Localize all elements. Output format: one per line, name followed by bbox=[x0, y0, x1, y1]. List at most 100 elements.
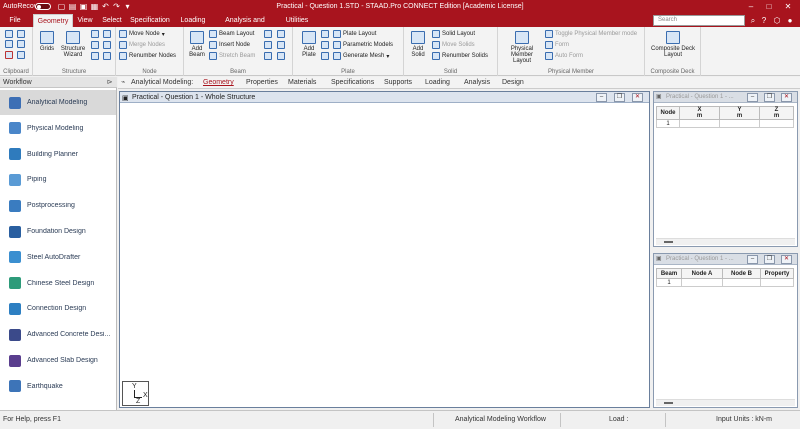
node-id-cell[interactable]: 1 bbox=[656, 119, 680, 128]
beam-layout-button[interactable]: Beam Layout bbox=[209, 30, 254, 38]
redo-icon[interactable] bbox=[17, 30, 25, 38]
plate-tool-icon[interactable] bbox=[321, 30, 329, 38]
beam-tool-6-icon[interactable] bbox=[277, 52, 285, 60]
tab-analysis-and-design[interactable]: Analysis and Design bbox=[215, 14, 275, 37]
help-icon[interactable]: ? bbox=[758, 15, 770, 26]
node-a-cell[interactable] bbox=[681, 278, 723, 287]
insert-node-button[interactable]: Insert Node bbox=[209, 41, 250, 49]
tab-loading[interactable]: Loading bbox=[178, 14, 208, 27]
table-row[interactable]: 1 bbox=[656, 278, 794, 287]
workflow-item-postprocessing[interactable]: Postprocessing bbox=[0, 193, 116, 218]
snap-node-icon[interactable] bbox=[91, 30, 99, 38]
tab-utilities[interactable]: Utilities bbox=[282, 14, 312, 27]
add-plate-button[interactable]: Add Plate bbox=[298, 31, 320, 58]
move-solids-button[interactable]: Move Solids bbox=[432, 41, 475, 49]
node-table-window[interactable]: ▣ Practical - Question 1 - ... – ❐ ✕ Nod… bbox=[653, 91, 798, 247]
page-tab-geometry[interactable]: Geometry bbox=[203, 78, 234, 88]
node-b-cell[interactable] bbox=[722, 278, 761, 287]
page-tab-specifications[interactable]: Specifications bbox=[331, 78, 374, 88]
beam-id-cell[interactable]: 1 bbox=[656, 278, 682, 287]
physical-member-layout-button[interactable]: Physical Member Layout bbox=[502, 31, 542, 64]
circular-repeat-icon[interactable] bbox=[91, 52, 99, 60]
page-tab-analysis[interactable]: Analysis bbox=[464, 78, 490, 88]
beam-table-scrollbar[interactable] bbox=[656, 399, 795, 406]
workflow-item-foundation-design[interactable]: Foundation Design bbox=[0, 219, 116, 244]
property-column-header[interactable]: Property bbox=[760, 268, 794, 279]
scroll-thumb[interactable] bbox=[664, 402, 673, 404]
translational-repeat-icon[interactable] bbox=[103, 52, 111, 60]
node-table-minimize-icon[interactable]: – bbox=[747, 93, 758, 102]
beam-tool-4-icon[interactable] bbox=[277, 41, 285, 49]
node-b-column-header[interactable]: Node B bbox=[722, 268, 761, 279]
user-icon[interactable]: ● bbox=[784, 15, 796, 26]
structure-wizard-button[interactable]: Structure Wizard bbox=[58, 31, 88, 58]
workflow-item-analytical-modeling[interactable]: Analytical Modeling bbox=[0, 90, 116, 115]
generate-mesh-button[interactable]: Generate Mesh ▾ bbox=[333, 52, 389, 60]
beam-table-close-icon[interactable]: ✕ bbox=[781, 255, 792, 264]
workflow-item-chinese-steel-design[interactable]: Chinese Steel Design bbox=[0, 271, 116, 296]
rotate-icon[interactable] bbox=[103, 41, 111, 49]
close-icon[interactable]: ✕ bbox=[781, 1, 795, 12]
view-restore-icon[interactable]: ❐ bbox=[614, 93, 625, 102]
beam-tool-3-icon[interactable] bbox=[264, 41, 272, 49]
property-cell[interactable] bbox=[760, 278, 794, 287]
auto-form-button[interactable]: Auto Form bbox=[545, 52, 583, 60]
beam-column-header[interactable]: Beam bbox=[656, 268, 682, 279]
node-column-header[interactable]: Node bbox=[656, 106, 680, 120]
node-table-scrollbar[interactable] bbox=[656, 238, 795, 245]
node-a-column-header[interactable]: Node A bbox=[681, 268, 723, 279]
merge-nodes-button[interactable]: Merge Nodes bbox=[119, 41, 165, 49]
tab-geometry[interactable]: Geometry bbox=[33, 14, 73, 27]
page-tab-design[interactable]: Design bbox=[502, 78, 524, 88]
z-column-header[interactable]: Zm bbox=[759, 106, 794, 120]
tab-specification[interactable]: Specification bbox=[130, 14, 170, 27]
beam-table-minimize-icon[interactable]: – bbox=[747, 255, 758, 264]
x-column-header[interactable]: Xm bbox=[679, 106, 720, 120]
beam-tool-icon[interactable] bbox=[264, 30, 272, 38]
minimize-icon[interactable]: – bbox=[744, 1, 758, 12]
renumber-nodes-button[interactable]: Renumber Nodes bbox=[119, 52, 176, 60]
workflow-item-building-planner[interactable]: Building Planner bbox=[0, 142, 116, 167]
tab-select[interactable]: Select bbox=[100, 14, 124, 27]
paste-icon[interactable] bbox=[17, 51, 25, 59]
tab-file[interactable]: File bbox=[4, 14, 26, 27]
page-tab-materials[interactable]: Materials bbox=[288, 78, 316, 88]
search-input[interactable]: Search bbox=[653, 15, 745, 26]
parametric-models-button[interactable]: Parametric Models bbox=[333, 41, 393, 49]
scroll-thumb[interactable] bbox=[664, 241, 673, 243]
cut-icon[interactable] bbox=[5, 40, 13, 48]
add-beam-button[interactable]: Add Beam bbox=[186, 31, 208, 58]
workflow-item-earthquake[interactable]: Earthquake bbox=[0, 374, 116, 399]
page-tab-loading[interactable]: Loading bbox=[425, 78, 450, 88]
composite-deck-layout-button[interactable]: Composite Deck Layout bbox=[649, 31, 697, 58]
plate-tool-2-icon[interactable] bbox=[321, 41, 329, 49]
undo-icon[interactable] bbox=[5, 30, 13, 38]
pin-icon[interactable]: ⊳ bbox=[105, 78, 114, 87]
add-solid-button[interactable]: Add Solid bbox=[407, 31, 429, 58]
workflow-item-advanced-concrete-design[interactable]: Advanced Concrete Desi... bbox=[0, 322, 116, 347]
copy-paste-icon[interactable] bbox=[103, 30, 111, 38]
stretch-beam-button[interactable]: Stretch Beam bbox=[209, 52, 255, 60]
toggle-physical-member-mode-button[interactable]: Toggle Physical Member mode bbox=[545, 30, 637, 38]
y-cell[interactable] bbox=[719, 119, 760, 128]
form-button[interactable]: Form bbox=[545, 41, 569, 49]
x-cell[interactable] bbox=[679, 119, 720, 128]
delete-icon[interactable] bbox=[5, 51, 13, 59]
node-table-restore-icon[interactable]: ❐ bbox=[764, 93, 775, 102]
workflow-item-steel-autodrafter[interactable]: Steel AutoDrafter bbox=[0, 245, 116, 270]
beam-table-restore-icon[interactable]: ❐ bbox=[764, 255, 775, 264]
plate-layout-button[interactable]: Plate Layout bbox=[333, 30, 376, 38]
z-cell[interactable] bbox=[759, 119, 794, 128]
y-column-header[interactable]: Ym bbox=[719, 106, 760, 120]
beam-tool-5-icon[interactable] bbox=[264, 52, 272, 60]
solid-layout-button[interactable]: Solid Layout bbox=[432, 30, 475, 38]
grids-button[interactable]: Grids bbox=[36, 31, 58, 52]
beam-tool-2-icon[interactable] bbox=[277, 30, 285, 38]
whole-structure-view[interactable]: ▣ Practical - Question 1 - Whole Structu… bbox=[119, 91, 650, 408]
page-tab-properties[interactable]: Properties bbox=[246, 78, 278, 88]
workflow-item-advanced-slab-design[interactable]: Advanced Slab Design bbox=[0, 348, 116, 373]
tab-view[interactable]: View bbox=[75, 14, 95, 27]
renumber-solids-button[interactable]: Renumber Solids bbox=[432, 52, 488, 60]
table-row[interactable]: 1 bbox=[656, 119, 794, 128]
workflow-item-physical-modeling[interactable]: Physical Modeling bbox=[0, 116, 116, 141]
